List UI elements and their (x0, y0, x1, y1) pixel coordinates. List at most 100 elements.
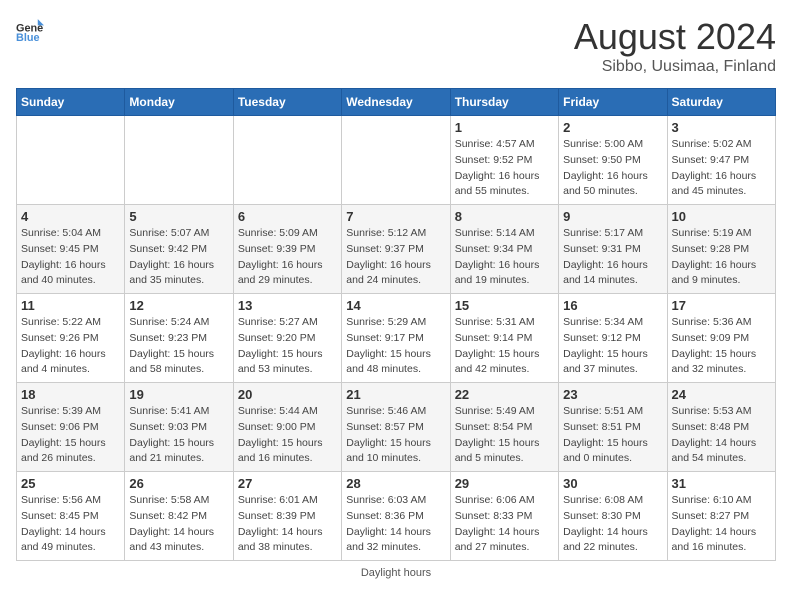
day-info: Sunrise: 5:17 AM Sunset: 9:31 PM Dayligh… (563, 226, 662, 289)
logo-icon: General Blue (16, 16, 44, 44)
day-number: 15 (455, 298, 554, 313)
day-info: Sunrise: 5:31 AM Sunset: 9:14 PM Dayligh… (455, 315, 554, 378)
calendar-cell: 24Sunrise: 5:53 AM Sunset: 8:48 PM Dayli… (667, 383, 775, 472)
calendar-cell (233, 116, 341, 205)
day-info: Sunrise: 6:08 AM Sunset: 8:30 PM Dayligh… (563, 493, 662, 556)
svg-text:Blue: Blue (16, 32, 40, 44)
calendar-cell: 17 Sunrise: 5:36 AM Sunset: 9:09 PM Dayli… (667, 294, 775, 383)
day-number: 23 (563, 387, 662, 402)
calendar-cell: 23 Sunrise: 5:51 AM Sunset: 8:51 PM Dayli… (559, 383, 667, 472)
calendar-week-row: 11Sunrise: 5:22 AM Sunset: 9:26 PM Dayli… (17, 294, 776, 383)
calendar-cell: 29Sunrise: 6:06 AM Sunset: 8:33 PM Dayli… (450, 472, 558, 561)
calendar-cell: 18 Sunrise: 5:39 AM Sunset: 9:06 PM Dayli… (17, 383, 125, 472)
footer: Daylight hours (16, 567, 776, 579)
day-info: Sunrise: 5:41 AM Sunset: 9:03 PM Dayligh… (129, 404, 228, 467)
header-row: SundayMondayTuesdayWednesdayThursdayFrid… (17, 89, 776, 116)
day-number: 24 (672, 387, 771, 402)
day-info: Sunrise: 5:04 AM Sunset: 9:45 PM Dayligh… (21, 226, 120, 289)
day-number: 21 (346, 387, 445, 402)
day-info: Sunrise: 5:36 AM Sunset: 9:09 PM Dayligh… (672, 315, 771, 378)
calendar-cell: 30 Sunrise: 6:08 AM Sunset: 8:30 PM Dayli… (559, 472, 667, 561)
calendar-cell: 6Sunrise: 5:09 AM Sunset: 9:39 PM Daylig… (233, 205, 341, 294)
weekday-header: Tuesday (233, 89, 341, 116)
subtitle: Sibbo, Uusimaa, Finland (574, 58, 776, 76)
day-info: Sunrise: 5:19 AM Sunset: 9:28 PM Dayligh… (672, 226, 771, 289)
day-number: 18 (21, 387, 120, 402)
calendar-cell (17, 116, 125, 205)
day-info: Sunrise: 4:57 AM Sunset: 9:52 PM Dayligh… (455, 137, 554, 200)
day-number: 7 (346, 209, 445, 224)
day-info: Sunrise: 5:56 AM Sunset: 8:45 PM Dayligh… (21, 493, 120, 556)
weekday-header: Monday (125, 89, 233, 116)
calendar-cell: 27Sunrise: 6:01 AM Sunset: 8:39 PM Dayli… (233, 472, 341, 561)
day-info: Sunrise: 5:27 AM Sunset: 9:20 PM Dayligh… (238, 315, 337, 378)
day-number: 10 (672, 209, 771, 224)
day-number: 19 (129, 387, 228, 402)
day-number: 13 (238, 298, 337, 313)
day-info: Sunrise: 5:49 AM Sunset: 8:54 PM Dayligh… (455, 404, 554, 467)
day-info: Sunrise: 5:09 AM Sunset: 9:39 PM Dayligh… (238, 226, 337, 289)
day-info: Sunrise: 5:12 AM Sunset: 9:37 PM Dayligh… (346, 226, 445, 289)
day-number: 17 (672, 298, 771, 313)
day-number: 1 (455, 120, 554, 135)
logo: General Blue (16, 16, 44, 44)
calendar-cell: 19 Sunrise: 5:41 AM Sunset: 9:03 PM Dayli… (125, 383, 233, 472)
calendar-cell: 5Sunrise: 5:07 AM Sunset: 9:42 PM Daylig… (125, 205, 233, 294)
calendar-cell: 31 Sunrise: 6:10 AM Sunset: 8:27 PM Dayli… (667, 472, 775, 561)
day-info: Sunrise: 5:44 AM Sunset: 9:00 PM Dayligh… (238, 404, 337, 467)
calendar-week-row: 4 Sunrise: 5:04 AM Sunset: 9:45 PM Daylig… (17, 205, 776, 294)
calendar-cell: 3Sunrise: 5:02 AM Sunset: 9:47 PM Daylig… (667, 116, 775, 205)
page-header: General Blue August 2024 Sibbo, Uusimaa,… (16, 16, 776, 76)
day-number: 11 (21, 298, 120, 313)
day-number: 28 (346, 476, 445, 491)
day-number: 14 (346, 298, 445, 313)
calendar-cell: 2Sunrise: 5:00 AM Sunset: 9:50 PM Daylig… (559, 116, 667, 205)
calendar-week-row: 1 Sunrise: 4:57 AM Sunset: 9:52 PM Daylig… (17, 116, 776, 205)
day-info: Sunrise: 5:14 AM Sunset: 9:34 PM Dayligh… (455, 226, 554, 289)
weekday-header: Saturday (667, 89, 775, 116)
day-number: 9 (563, 209, 662, 224)
calendar-cell (125, 116, 233, 205)
day-number: 8 (455, 209, 554, 224)
calendar-cell: 16Sunrise: 5:34 AM Sunset: 9:12 PM Dayli… (559, 294, 667, 383)
day-number: 25 (21, 476, 120, 491)
main-title: August 2024 (574, 16, 776, 58)
calendar-cell: 8 Sunrise: 5:14 AM Sunset: 9:34 PM Daylig… (450, 205, 558, 294)
day-info: Sunrise: 5:46 AM Sunset: 8:57 PM Dayligh… (346, 404, 445, 467)
day-number: 3 (672, 120, 771, 135)
calendar-week-row: 18 Sunrise: 5:39 AM Sunset: 9:06 PM Dayli… (17, 383, 776, 472)
day-number: 20 (238, 387, 337, 402)
day-info: Sunrise: 5:00 AM Sunset: 9:50 PM Dayligh… (563, 137, 662, 200)
weekday-header: Wednesday (342, 89, 450, 116)
calendar-week-row: 25 Sunrise: 5:56 AM Sunset: 8:45 PM Dayli… (17, 472, 776, 561)
calendar-cell: 7 Sunrise: 5:12 AM Sunset: 9:37 PM Daylig… (342, 205, 450, 294)
calendar-cell: 11Sunrise: 5:22 AM Sunset: 9:26 PM Dayli… (17, 294, 125, 383)
calendar-cell: 20 Sunrise: 5:44 AM Sunset: 9:00 PM Dayli… (233, 383, 341, 472)
calendar-cell: 22 Sunrise: 5:49 AM Sunset: 8:54 PM Dayli… (450, 383, 558, 472)
day-number: 26 (129, 476, 228, 491)
calendar-cell: 10 Sunrise: 5:19 AM Sunset: 9:28 PM Dayli… (667, 205, 775, 294)
weekday-header: Friday (559, 89, 667, 116)
day-number: 30 (563, 476, 662, 491)
calendar-cell: 13 Sunrise: 5:27 AM Sunset: 9:20 PM Dayli… (233, 294, 341, 383)
calendar-cell: 14 Sunrise: 5:29 AM Sunset: 9:17 PM Dayli… (342, 294, 450, 383)
calendar-cell: 15 Sunrise: 5:31 AM Sunset: 9:14 PM Dayli… (450, 294, 558, 383)
footer-text: Daylight hours (361, 567, 431, 579)
day-info: Sunrise: 5:34 AM Sunset: 9:12 PM Dayligh… (563, 315, 662, 378)
day-number: 4 (21, 209, 120, 224)
day-info: Sunrise: 6:10 AM Sunset: 8:27 PM Dayligh… (672, 493, 771, 556)
day-number: 22 (455, 387, 554, 402)
day-info: Sunrise: 5:39 AM Sunset: 9:06 PM Dayligh… (21, 404, 120, 467)
calendar-cell: 4 Sunrise: 5:04 AM Sunset: 9:45 PM Daylig… (17, 205, 125, 294)
day-number: 31 (672, 476, 771, 491)
day-info: Sunrise: 5:29 AM Sunset: 9:17 PM Dayligh… (346, 315, 445, 378)
calendar-table: SundayMondayTuesdayWednesdayThursdayFrid… (16, 88, 776, 561)
calendar-cell: 26Sunrise: 5:58 AM Sunset: 8:42 PM Dayli… (125, 472, 233, 561)
day-info: Sunrise: 6:03 AM Sunset: 8:36 PM Dayligh… (346, 493, 445, 556)
title-block: August 2024 Sibbo, Uusimaa, Finland (574, 16, 776, 76)
day-info: Sunrise: 5:24 AM Sunset: 9:23 PM Dayligh… (129, 315, 228, 378)
day-number: 5 (129, 209, 228, 224)
day-info: Sunrise: 5:51 AM Sunset: 8:51 PM Dayligh… (563, 404, 662, 467)
day-number: 12 (129, 298, 228, 313)
weekday-header: Thursday (450, 89, 558, 116)
